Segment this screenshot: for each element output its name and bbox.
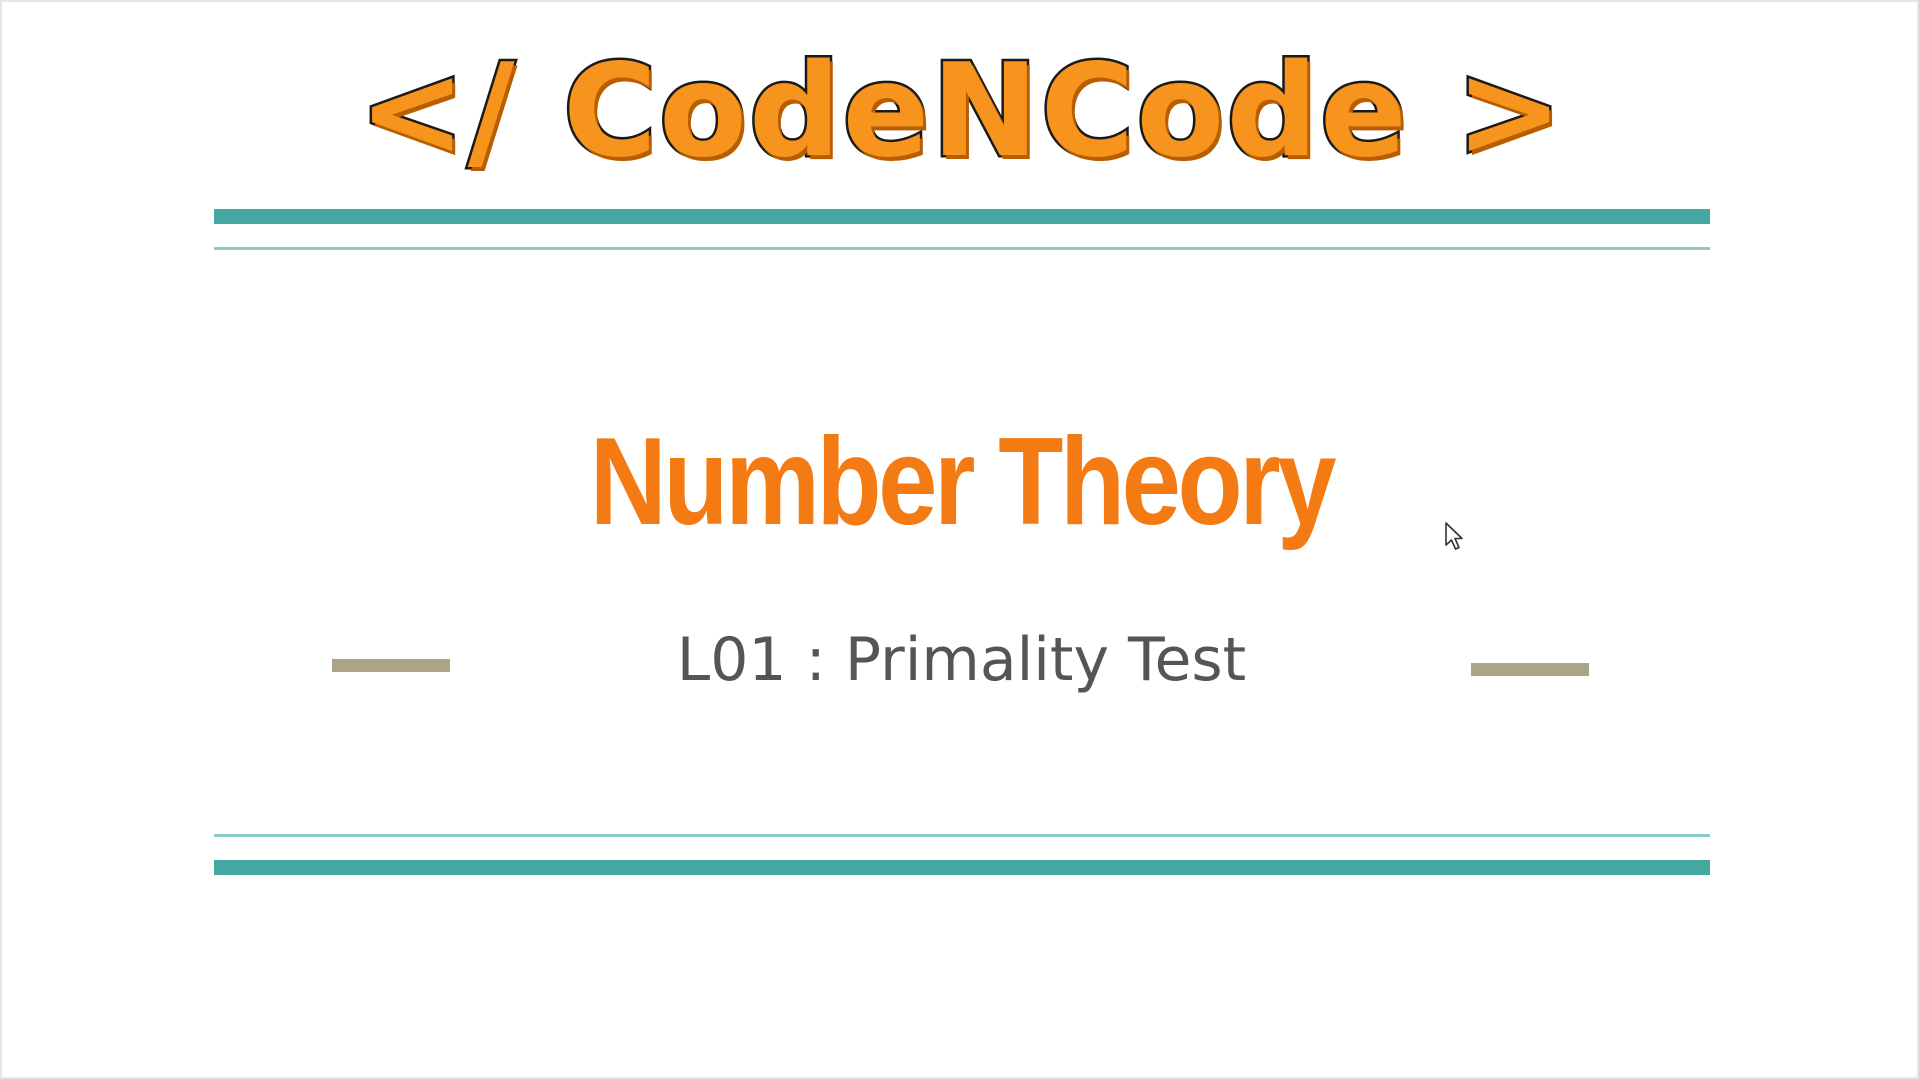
- bottom-rule-thin: [214, 834, 1710, 837]
- bottom-rule-thick: [214, 860, 1710, 875]
- right-dash-decoration: [1471, 663, 1589, 676]
- top-rule-thick: [214, 209, 1710, 224]
- slide-canvas: </ CodeNCode > Number Theory L01 : Prima…: [0, 0, 1919, 1079]
- slide-subtitle: L01 : Primality Test: [676, 625, 1247, 695]
- top-rule-thin: [214, 247, 1710, 250]
- mouse-pointer-icon: [1445, 522, 1463, 550]
- codencode-logo: </ CodeNCode >: [356, 37, 1565, 186]
- slide-title: Number Theory: [589, 413, 1337, 551]
